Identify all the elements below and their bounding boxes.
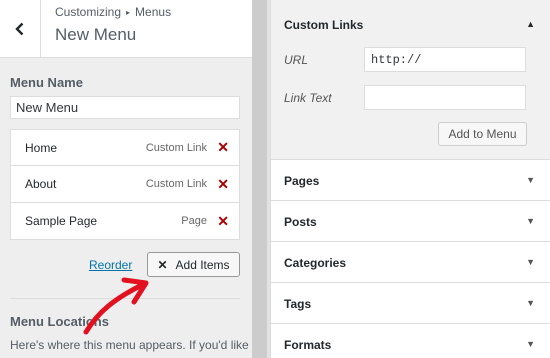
menu-item[interactable]: Home Custom Link ✕: [10, 129, 240, 166]
add-to-menu-button[interactable]: Add to Menu: [438, 122, 527, 146]
remove-item-icon[interactable]: ✕: [217, 176, 229, 193]
chevron-left-icon: [15, 22, 24, 36]
custom-links-section: Custom Links ▲ URL Link Text Add to Menu: [271, 0, 550, 160]
menu-name-label: Menu Name: [10, 75, 83, 90]
menu-item-title: Sample Page: [25, 214, 98, 228]
breadcrumb-current: Menus: [135, 5, 172, 19]
menu-item[interactable]: About Custom Link ✕: [10, 166, 240, 203]
remove-item-icon[interactable]: ✕: [217, 139, 229, 156]
menu-item-title: About: [25, 177, 57, 191]
breadcrumb-separator-icon: ▸: [126, 8, 131, 17]
remove-item-icon[interactable]: ✕: [217, 213, 229, 230]
url-label: URL: [284, 53, 309, 67]
expand-arrow-icon: ▼: [526, 298, 535, 308]
back-button[interactable]: [0, 0, 41, 58]
menu-item-type: Page: [181, 215, 207, 227]
section-title: Formats: [284, 338, 332, 352]
link-text-input[interactable]: [364, 85, 526, 110]
section-formats[interactable]: Formats ▼: [271, 324, 550, 358]
section-title: Posts: [284, 215, 317, 229]
panel-header: Customizing ▸ Menus New Menu: [0, 0, 252, 58]
annotation-arrow-icon: [83, 277, 149, 335]
item-type-sections: Pages ▼ Posts ▼ Categories ▼ Tags ▼ Form…: [271, 160, 550, 358]
menu-item-title: Home: [25, 140, 58, 155]
link-text-label: Link Text: [284, 91, 332, 105]
expand-arrow-icon: ▼: [526, 216, 535, 226]
menu-item-type: Custom Link: [145, 141, 207, 154]
section-pages[interactable]: Pages ▼: [271, 160, 550, 201]
menu-item-list: Home Custom Link ✕ About Custom Link ✕ S…: [10, 129, 240, 240]
section-posts[interactable]: Posts ▼: [271, 201, 550, 242]
menu-item-type: Custom Link: [145, 178, 207, 190]
available-items-panel: Custom Links ▲ URL Link Text Add to Menu…: [270, 0, 550, 358]
expand-arrow-icon: ▼: [526, 339, 535, 349]
url-input[interactable]: [364, 47, 526, 72]
add-items-label: Add Items: [175, 257, 230, 272]
panel-scrollbar[interactable]: [252, 0, 268, 358]
section-title: Categories: [284, 256, 347, 270]
section-title: Tags: [284, 297, 312, 311]
expand-arrow-icon: ▼: [526, 175, 535, 185]
expand-arrow-icon: ▼: [526, 257, 535, 267]
section-title: Pages: [284, 174, 320, 188]
breadcrumb: Customizing ▸ Menus: [55, 5, 171, 19]
breadcrumb-root: Customizing: [55, 5, 122, 19]
menu-name-input[interactable]: [10, 96, 240, 119]
menu-item[interactable]: Sample Page Page ✕: [10, 203, 240, 240]
custom-links-title[interactable]: Custom Links: [284, 18, 363, 32]
section-categories[interactable]: Categories ▼: [271, 242, 550, 283]
page-title: New Menu: [55, 25, 137, 44]
collapse-arrow-icon[interactable]: ▲: [526, 19, 535, 29]
menu-editor-panel: Customizing ▸ Menus New Menu Menu Name Hom…: [0, 0, 252, 358]
section-tags[interactable]: Tags ▼: [271, 283, 550, 324]
